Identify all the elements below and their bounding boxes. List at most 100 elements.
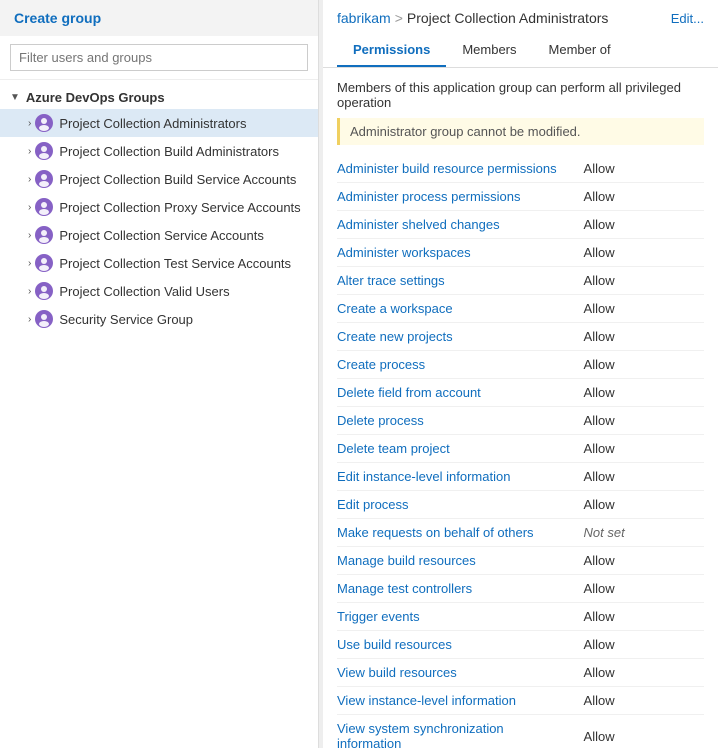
permission-value: Allow xyxy=(576,715,704,748)
permission-value: Allow xyxy=(576,631,704,659)
table-row: View system synchronization information … xyxy=(337,715,704,748)
tabs-container: PermissionsMembersMember of xyxy=(337,34,704,67)
group-item-pca[interactable]: › Project Collection Administrators xyxy=(0,109,318,137)
permission-name[interactable]: Edit process xyxy=(337,491,576,519)
right-panel: fabrikam > Project Collection Administra… xyxy=(323,0,718,748)
group-list: › Project Collection Administrators › Pr… xyxy=(0,109,318,333)
group-item-pcvu[interactable]: › Project Collection Valid Users xyxy=(0,277,318,305)
permission-value: Allow xyxy=(576,295,704,323)
table-row: Delete process Allow xyxy=(337,407,704,435)
permission-name[interactable]: Create process xyxy=(337,351,576,379)
table-row: Manage test controllers Allow xyxy=(337,575,704,603)
right-header: fabrikam > Project Collection Administra… xyxy=(323,0,718,68)
group-item-pctsa[interactable]: › Project Collection Test Service Accoun… xyxy=(0,249,318,277)
tab-memberOf[interactable]: Member of xyxy=(533,34,627,67)
permission-value: Allow xyxy=(576,183,704,211)
permission-name[interactable]: Create a workspace xyxy=(337,295,576,323)
group-label: Security Service Group xyxy=(59,312,193,327)
expand-arrow-icon: › xyxy=(28,286,31,297)
permission-name[interactable]: Make requests on behalf of others xyxy=(337,519,576,547)
table-row: Edit process Allow xyxy=(337,491,704,519)
permission-name[interactable]: Use build resources xyxy=(337,631,576,659)
table-row: Delete team project Allow xyxy=(337,435,704,463)
table-row: Create a workspace Allow xyxy=(337,295,704,323)
permission-value: Allow xyxy=(576,547,704,575)
permission-name[interactable]: Delete field from account xyxy=(337,379,576,407)
group-item-pcsa[interactable]: › Project Collection Service Accounts xyxy=(0,221,318,249)
permission-name[interactable]: Create new projects xyxy=(337,323,576,351)
permission-value: Allow xyxy=(576,407,704,435)
breadcrumb-separator: > xyxy=(395,10,403,26)
permission-name[interactable]: Administer build resource permissions xyxy=(337,155,576,183)
group-section-header[interactable]: ▼ Azure DevOps Groups xyxy=(0,86,318,109)
permissions-table: Administer build resource permissions Al… xyxy=(337,155,704,748)
permission-name[interactable]: View build resources xyxy=(337,659,576,687)
info-text: Members of this application group can pe… xyxy=(337,80,704,110)
group-icon xyxy=(35,114,53,132)
breadcrumb-group: Project Collection Administrators xyxy=(407,10,609,26)
group-label: Project Collection Build Administrators xyxy=(59,144,279,159)
permission-name[interactable]: Trigger events xyxy=(337,603,576,631)
permission-value: Not set xyxy=(576,519,704,547)
group-label: Project Collection Administrators xyxy=(59,116,246,131)
group-section: ▼ Azure DevOps Groups › Project Collecti… xyxy=(0,80,318,339)
permission-value: Allow xyxy=(576,603,704,631)
permission-name[interactable]: Edit instance-level information xyxy=(337,463,576,491)
group-item-pcbsa[interactable]: › Project Collection Build Service Accou… xyxy=(0,165,318,193)
permission-value: Allow xyxy=(576,463,704,491)
warning-banner: Administrator group cannot be modified. xyxy=(337,118,704,145)
group-icon xyxy=(35,142,53,160)
table-row: Create process Allow xyxy=(337,351,704,379)
permission-value: Allow xyxy=(576,687,704,715)
permission-name[interactable]: Administer process permissions xyxy=(337,183,576,211)
table-row: View build resources Allow xyxy=(337,659,704,687)
group-icon xyxy=(35,170,53,188)
expand-arrow-icon: › xyxy=(28,314,31,325)
permission-value: Allow xyxy=(576,491,704,519)
tab-permissions[interactable]: Permissions xyxy=(337,34,446,67)
table-row: Use build resources Allow xyxy=(337,631,704,659)
expand-arrow-icon: › xyxy=(28,230,31,241)
permission-value: Allow xyxy=(576,659,704,687)
group-icon xyxy=(35,226,53,244)
table-row: Administer build resource permissions Al… xyxy=(337,155,704,183)
tab-members[interactable]: Members xyxy=(446,34,532,67)
filter-input-wrap xyxy=(0,36,318,80)
permission-name[interactable]: Manage test controllers xyxy=(337,575,576,603)
permission-name[interactable]: Administer shelved changes xyxy=(337,211,576,239)
group-icon xyxy=(35,282,53,300)
group-label: Project Collection Build Service Account… xyxy=(59,172,296,187)
group-icon xyxy=(35,310,53,328)
table-row: Administer process permissions Allow xyxy=(337,183,704,211)
permission-value: Allow xyxy=(576,575,704,603)
permission-name[interactable]: View instance-level information xyxy=(337,687,576,715)
permission-name[interactable]: View system synchronization information xyxy=(337,715,576,748)
group-item-pcba[interactable]: › Project Collection Build Administrator… xyxy=(0,137,318,165)
permission-name[interactable]: Delete process xyxy=(337,407,576,435)
edit-button[interactable]: Edit... xyxy=(671,11,704,26)
left-panel: Create group ▼ Azure DevOps Groups › Pro… xyxy=(0,0,319,748)
expand-arrow-icon: › xyxy=(28,174,31,185)
table-row: View instance-level information Allow xyxy=(337,687,704,715)
group-item-ssg[interactable]: › Security Service Group xyxy=(0,305,318,333)
group-item-pcpsa[interactable]: › Project Collection Proxy Service Accou… xyxy=(0,193,318,221)
permission-name[interactable]: Delete team project xyxy=(337,435,576,463)
permission-name[interactable]: Manage build resources xyxy=(337,547,576,575)
group-icon xyxy=(35,254,53,272)
permission-name[interactable]: Alter trace settings xyxy=(337,267,576,295)
permission-value: Allow xyxy=(576,323,704,351)
permission-value: Allow xyxy=(576,239,704,267)
permission-value: Allow xyxy=(576,211,704,239)
table-row: Alter trace settings Allow xyxy=(337,267,704,295)
breadcrumb-org[interactable]: fabrikam xyxy=(337,10,391,26)
group-label: Project Collection Proxy Service Account… xyxy=(59,200,300,215)
expand-arrow-icon: › xyxy=(28,146,31,157)
permission-value: Allow xyxy=(576,351,704,379)
table-row: Manage build resources Allow xyxy=(337,547,704,575)
filter-input[interactable] xyxy=(10,44,308,71)
permission-name[interactable]: Administer workspaces xyxy=(337,239,576,267)
table-row: Create new projects Allow xyxy=(337,323,704,351)
create-group-button[interactable]: Create group xyxy=(0,0,318,36)
permission-value: Allow xyxy=(576,267,704,295)
expand-arrow-icon: › xyxy=(28,202,31,213)
